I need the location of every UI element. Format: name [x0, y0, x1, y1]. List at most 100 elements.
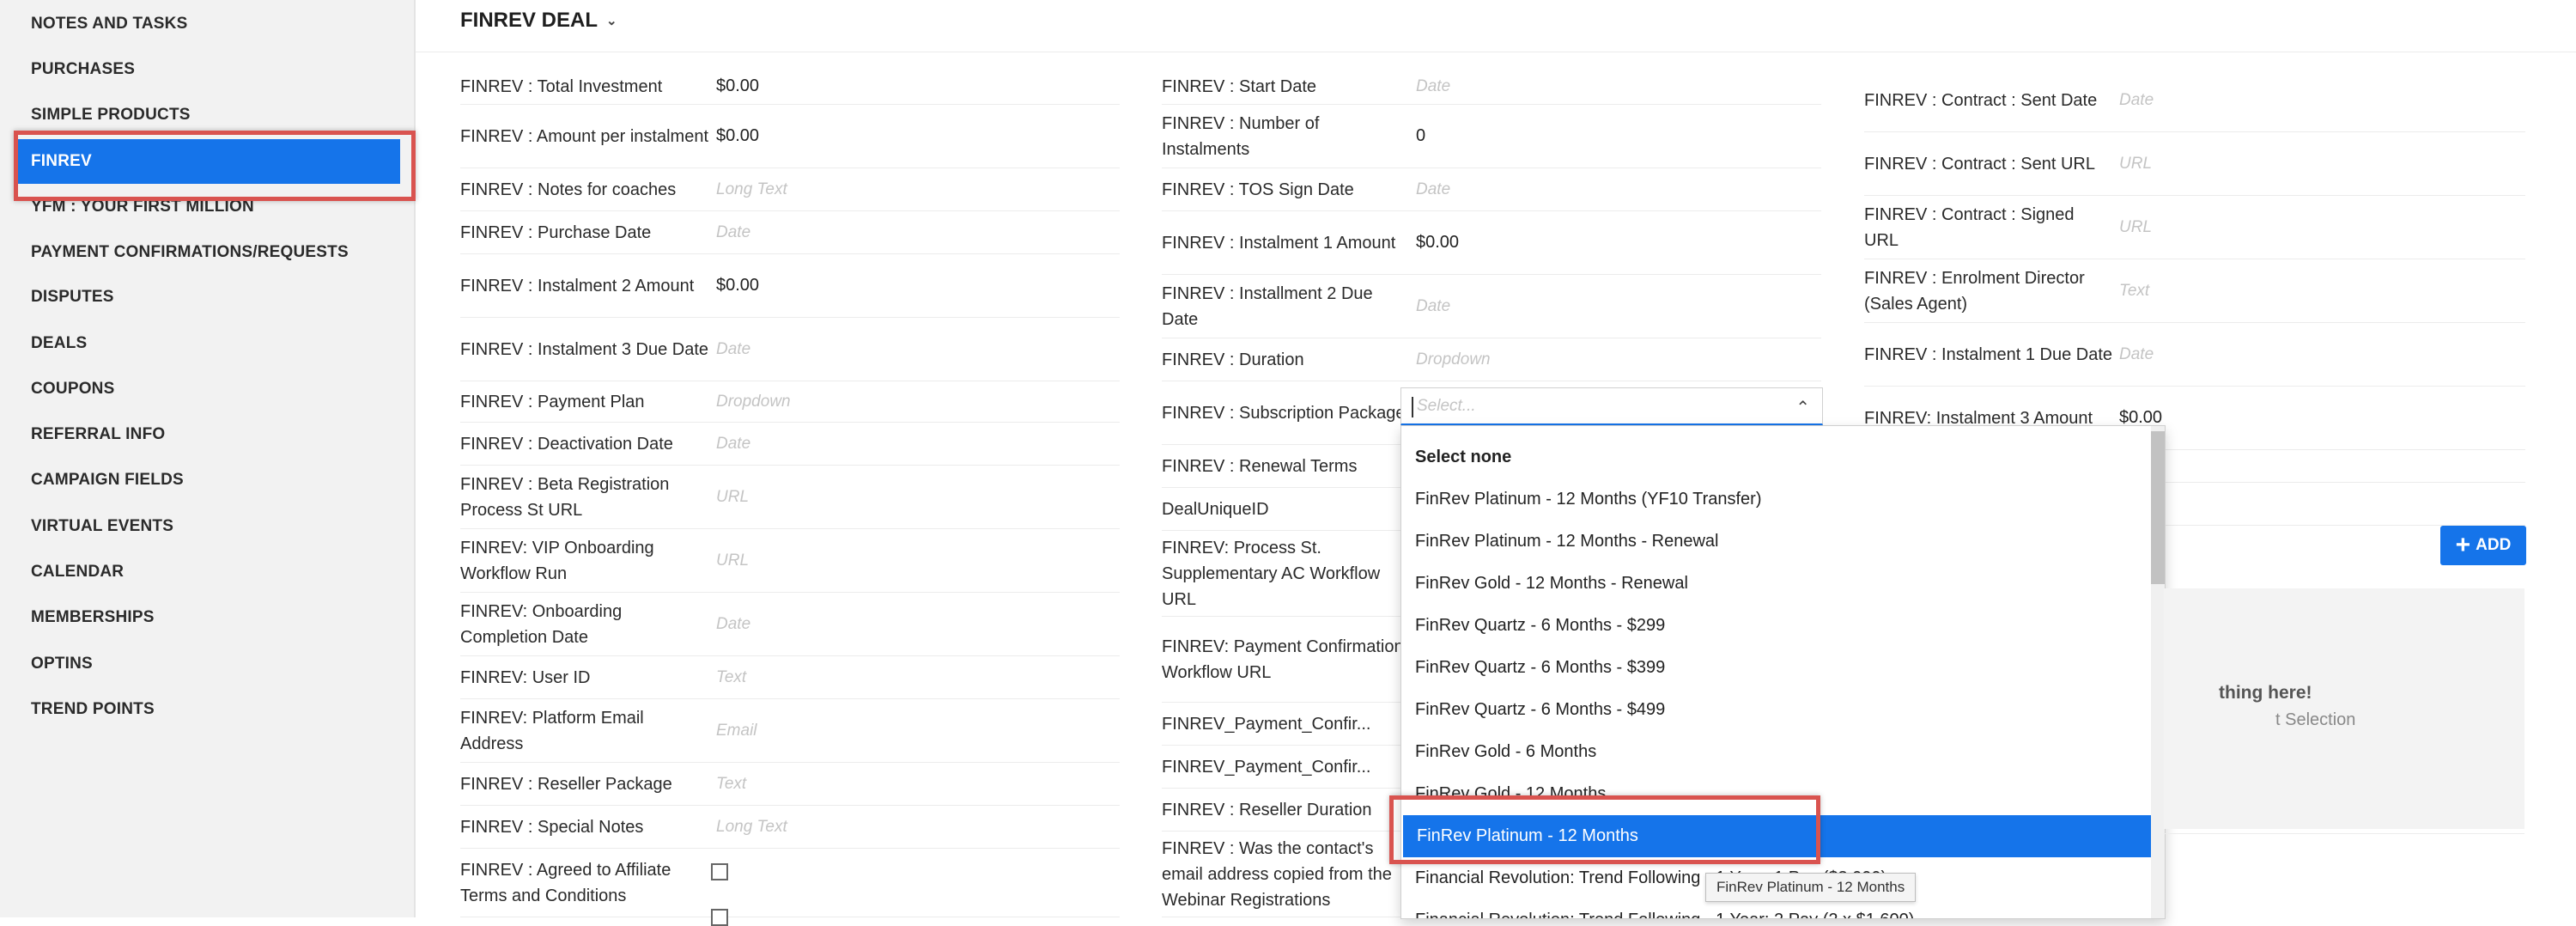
sidebar-item[interactable]: PAYMENT CONFIRMATIONS/REQUESTS [17, 230, 400, 275]
sidebar-item[interactable]: VIRTUAL EVENTS [17, 504, 400, 549]
field-input[interactable]: $0.00 [716, 254, 759, 317]
field-input[interactable]: URL [2119, 196, 2152, 259]
sidebar-item[interactable]: MEMBERSHIPS [17, 595, 400, 640]
field-label: FINREV : Purchase Date [460, 222, 652, 242]
field-row: FINREV : Instalment 1 Amount $0.00 [1162, 211, 1821, 275]
field-label: FINREV : Deactivation Date [460, 434, 673, 454]
chevron-up-icon[interactable]: ⌃ [1795, 397, 1810, 418]
field-input[interactable]: Date [716, 318, 750, 381]
dropdown-option[interactable]: FinRev Quartz - 6 Months - $299 [1401, 605, 2151, 647]
field-label: FINREV : Agreed to Affiliate Terms and C… [460, 860, 671, 905]
subscription-package-select[interactable]: Select... ⌃ [1400, 387, 1823, 425]
field-label: FINREV_Payment_Confir... [1162, 757, 1371, 777]
sidebar-item[interactable]: FINREV [17, 139, 400, 184]
field-input[interactable]: URL [716, 466, 749, 528]
dropdown-option[interactable]: FinRev Platinum - 12 Months - Renewal [1401, 521, 2151, 563]
field-input[interactable]: Text [2119, 259, 2149, 322]
field-input[interactable]: Long Text [716, 806, 787, 848]
dropdown-option[interactable]: FinRev Quartz - 6 Months - $499 [1401, 689, 2151, 731]
field-row: FINREV : Instalment 3 Due Date Date [460, 318, 1120, 381]
field-label: FINREV: Payment Confirmation Workflow UR… [1162, 637, 1404, 682]
field-input[interactable]: Date [1416, 69, 1450, 104]
dropdown-scrollbar[interactable] [2151, 426, 2165, 918]
field-row: FINREV : Contract : Sent Date Date [1864, 69, 2525, 132]
field-label: FINREV : Payment Plan [460, 392, 645, 411]
dropdown-option[interactable]: Select none [1401, 436, 2151, 478]
field-row: FINREV : Deactivation Date Date [460, 423, 1120, 466]
field-label: FINREV : Beta Registration Process St UR… [460, 474, 670, 520]
field-label: FINREV : Renewal Terms [1162, 456, 1358, 476]
sidebar-item[interactable]: TREND POINTS [17, 687, 400, 732]
field-input[interactable]: Dropdown [716, 381, 791, 422]
field-label: FINREV : Contract : Sent Date [1864, 90, 2098, 110]
field-label: FINREV : Instalment 1 Due Date [1864, 344, 2113, 364]
sidebar-item[interactable]: SIMPLE PRODUCTS [17, 93, 400, 137]
field-label: DealUniqueID [1162, 499, 1269, 519]
sidebar-item[interactable]: REFERRAL INFO [17, 412, 400, 457]
dropdown-option[interactable]: FinRev Gold - 12 Months - Renewal [1401, 563, 2151, 605]
add-button[interactable]: + ADD [2440, 526, 2526, 565]
field-row: FINREV : Contract : Sent URL URL [1864, 132, 2525, 196]
field-input[interactable]: Date [1416, 275, 1450, 338]
field-row: FINREV : Amount per instalment $0.00 [460, 105, 1120, 168]
field-label: FINREV: Onboarding Completion Date [460, 601, 623, 647]
field-input[interactable]: URL [2119, 132, 2152, 195]
dropdown-option[interactable]: FinRev Gold - 12 Months [1401, 773, 2151, 815]
field-input[interactable]: Date [716, 211, 750, 253]
field-input[interactable]: Text [716, 656, 746, 698]
field-row: FINREV : Start Date Date [1162, 69, 1821, 105]
dropdown-option[interactable]: Financial Revolution: Trend Following - … [1401, 899, 2151, 918]
field-input[interactable]: Date [716, 423, 750, 465]
field-row: FINREV : Special Notes Long Text [460, 806, 1120, 849]
subscription-dropdown-list[interactable]: Select none FinRev Platinum - 12 Months (… [1400, 425, 2166, 919]
field-input[interactable]: Date [2119, 323, 2154, 386]
dropdown-option[interactable]: FinRev Platinum - 12 Months [1403, 815, 2151, 857]
field-input[interactable]: Dropdown [1416, 338, 1491, 381]
field-label: FINREV : Enrolment Director (Sales Agent… [1864, 268, 2085, 314]
field-label: FINREV : Reseller Package [460, 774, 672, 794]
text-caret [1412, 397, 1413, 417]
dropdown-option[interactable]: FinRev Platinum - 12 Months (YF10 Transf… [1401, 478, 2151, 521]
field-label: FINREV : TOS Sign Date [1162, 180, 1354, 199]
field-label: FINREV : Amount per instalment [460, 126, 709, 146]
agreed-terms-checkbox[interactable] [711, 863, 728, 880]
field-input[interactable]: $0.00 [716, 69, 759, 104]
field-input[interactable]: URL [716, 529, 749, 592]
field-row: FINREV : Enrolment Director (Sales Agent… [1864, 259, 2525, 323]
field-label: FINREV : Instalment 1 Amount [1162, 233, 1396, 253]
field-label: FINREV: Platform Email Address [460, 708, 644, 753]
field-row: FINREV: Onboarding Completion Date Date [460, 593, 1120, 656]
sidebar-item[interactable]: YFM : YOUR FIRST MILLION [17, 185, 400, 229]
sidebar-item[interactable]: COUPONS [17, 367, 400, 411]
field-input[interactable]: $0.00 [1416, 211, 1459, 274]
agreed-terms-checkbox[interactable] [711, 909, 728, 926]
field-input[interactable]: Text [716, 763, 746, 805]
field-label: FINREV : Subscription Package [1162, 403, 1406, 423]
dropdown-scrollbar-thumb[interactable] [2151, 431, 2165, 584]
field-row: FINREV: Platform Email Address Email [460, 699, 1120, 763]
field-row: FINREV : Beta Registration Process St UR… [460, 466, 1120, 529]
dropdown-option[interactable]: FinRev Quartz - 6 Months - $399 [1401, 647, 2151, 689]
field-input[interactable]: Long Text [716, 168, 787, 210]
sidebar-item[interactable]: OPTINS [17, 642, 400, 686]
sidebar-item[interactable]: PURCHASES [17, 47, 400, 92]
field-input[interactable]: Date [1416, 168, 1450, 210]
sidebar-item[interactable]: NOTES AND TASKS [17, 2, 400, 46]
field-input[interactable]: $0.00 [716, 105, 759, 168]
field-input[interactable]: Date [2119, 69, 2154, 131]
field-row: FINREV : Number of Instalments 0 [1162, 105, 1821, 168]
section-header[interactable]: FINREV DEAL ⌄ [460, 9, 617, 33]
field-input[interactable]: 0 [1416, 105, 1425, 168]
sidebar-item[interactable]: CAMPAIGN FIELDS [17, 458, 400, 503]
field-input[interactable]: Email [716, 699, 757, 762]
field-row: FINREV : Notes for coaches Long Text [460, 168, 1120, 211]
empty-state-panel: thing here! t Selection [2164, 588, 2524, 829]
dropdown-option[interactable]: FinRev Gold - 6 Months [1401, 731, 2151, 773]
sidebar-item[interactable]: DISPUTES [17, 275, 400, 320]
empty-state-message: thing here! [2219, 683, 2312, 703]
field-input[interactable]: Date [716, 593, 750, 655]
sidebar-item[interactable]: CALENDAR [17, 550, 400, 594]
chevron-down-icon[interactable]: ⌄ [606, 13, 617, 28]
field-row: FINREV : Instalment 2 Amount $0.00 [460, 254, 1120, 318]
sidebar-item[interactable]: DEALS [17, 321, 400, 366]
